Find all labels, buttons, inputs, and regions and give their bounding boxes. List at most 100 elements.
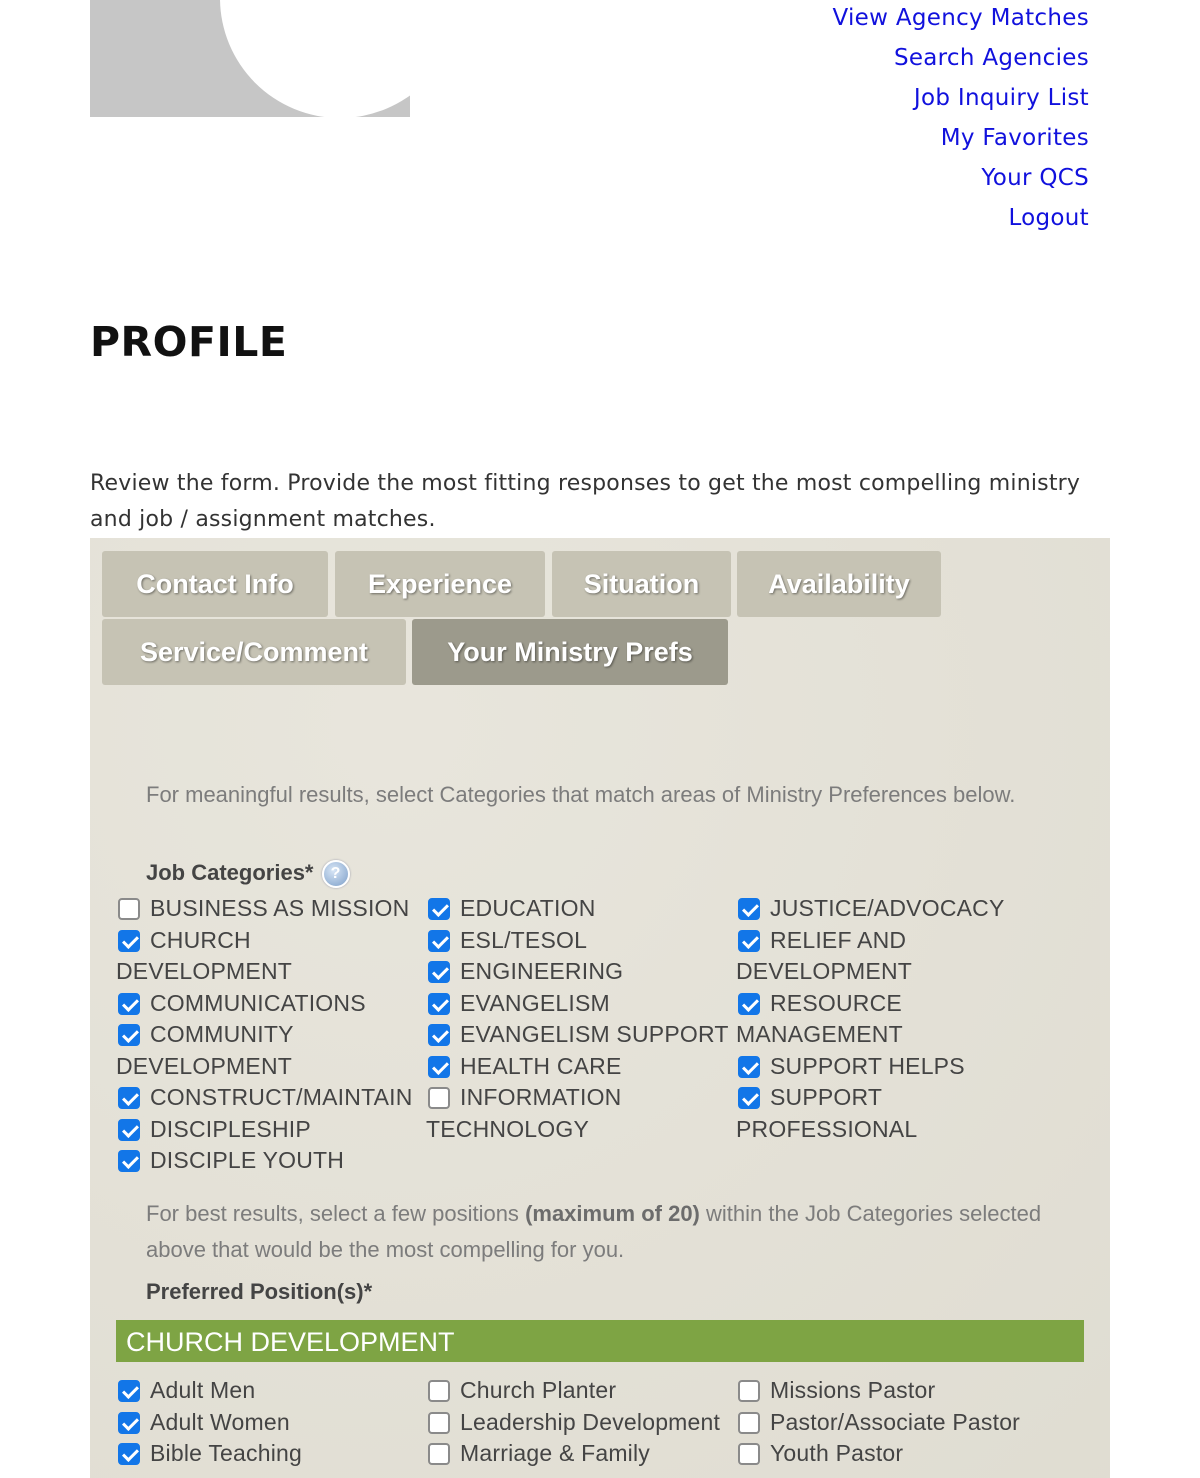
checkbox-label: COMMUNITY <box>150 1021 294 1047</box>
position-leadership-development[interactable]: Leadership Development <box>426 1407 736 1439</box>
checkbox[interactable] <box>118 1087 140 1109</box>
checkbox[interactable] <box>428 1087 450 1109</box>
category-health-care[interactable]: HEALTH CARE <box>426 1051 736 1083</box>
checkbox[interactable] <box>428 1411 450 1434</box>
category-disciple-youth[interactable]: DISCIPLE YOUTH <box>116 1145 426 1177</box>
nav-your-qcs[interactable]: Your QCS <box>832 158 1089 198</box>
position-pastor-associate-pastor[interactable]: Pastor/Associate Pastor <box>736 1407 1046 1439</box>
checkbox-label: BUSINESS AS MISSION <box>150 895 410 921</box>
tab-availability[interactable]: Availability <box>737 551 941 617</box>
checkbox-label: RESOURCE <box>770 989 902 1016</box>
checkbox[interactable] <box>428 992 450 1015</box>
checkbox[interactable] <box>738 1055 760 1078</box>
checkbox[interactable] <box>118 1411 140 1434</box>
nav-my-favorites[interactable]: My Favorites <box>832 118 1089 158</box>
intro-text: Review the form. Provide the most fittin… <box>90 471 1081 532</box>
position-youth-pastor[interactable]: Youth Pastor <box>736 1438 1046 1470</box>
checkbox[interactable] <box>118 1443 140 1465</box>
checkbox[interactable] <box>118 929 140 952</box>
category-support-helps[interactable]: SUPPORT HELPS <box>736 1051 1046 1083</box>
checkbox[interactable] <box>428 961 450 983</box>
categories-note: For meaningful results, select Categorie… <box>146 782 1016 807</box>
checkbox[interactable] <box>118 1024 140 1046</box>
checkbox-label: JUSTICE/ADVOCACY <box>770 895 1005 921</box>
checkbox[interactable] <box>738 1380 760 1402</box>
profile-form-panel: Contact Info Experience Situation Availa… <box>90 538 1110 1478</box>
checkbox[interactable] <box>428 1443 450 1465</box>
category-business-as-mission[interactable]: BUSINESS AS MISSION <box>116 893 426 925</box>
positions-note: For best results, select a few positions… <box>146 1196 1076 1268</box>
checkbox[interactable] <box>738 992 760 1015</box>
tab-contact-info[interactable]: Contact Info <box>102 551 328 617</box>
checkbox-label: ENGINEERING <box>460 958 624 984</box>
preferred-positions-label: Preferred Position(s)* <box>146 1279 373 1304</box>
checkbox[interactable] <box>118 1150 140 1172</box>
category-discipleship[interactable]: DISCIPLESHIP <box>116 1114 426 1146</box>
checkbox[interactable] <box>428 1024 450 1046</box>
position-adult-men[interactable]: Adult Men <box>116 1375 426 1407</box>
checkbox-label: CONSTRUCT/MAINTAIN <box>150 1084 413 1110</box>
avatar-silhouette <box>220 0 410 117</box>
nav-logout[interactable]: Logout <box>832 198 1089 238</box>
checkbox[interactable] <box>118 1118 140 1141</box>
checkbox-label: COMMUNICATIONS <box>150 989 366 1016</box>
checkbox-label: Pastor/Associate Pastor <box>770 1408 1021 1435</box>
checkbox[interactable] <box>738 898 760 920</box>
position-marriage-family[interactable]: Marriage & Family <box>426 1438 736 1470</box>
job-categories-label-text: Job Categories* <box>146 860 314 885</box>
page-title: PROFILE <box>90 318 288 366</box>
checkbox-label: INFORMATION <box>460 1084 622 1110</box>
checkbox[interactable] <box>118 898 140 920</box>
checkbox[interactable] <box>738 1443 760 1465</box>
checkbox-label-continued: TECHNOLOGY <box>426 1115 590 1142</box>
category-resource-management[interactable]: RESOURCE MANAGEMENT <box>736 988 1046 1051</box>
checkbox[interactable] <box>118 992 140 1015</box>
tab-experience[interactable]: Experience <box>335 551 545 617</box>
checkbox[interactable] <box>428 929 450 952</box>
category-church-development[interactable]: CHURCH DEVELOPMENT <box>116 925 426 988</box>
checkbox[interactable] <box>118 1380 140 1402</box>
category-relief-and-development[interactable]: RELIEF AND DEVELOPMENT <box>736 925 1046 988</box>
position-church-planter[interactable]: Church Planter <box>426 1375 736 1407</box>
nav-search-agencies[interactable]: Search Agencies <box>832 38 1089 78</box>
profile-avatar <box>90 0 410 117</box>
checkbox[interactable] <box>738 1411 760 1434</box>
categories-column-2: EDUCATION ESL/TESOL ENGINEERING EVANGELISM E… <box>426 893 736 1145</box>
category-construct-maintain[interactable]: CONSTRUCT/MAINTAIN <box>116 1082 426 1114</box>
checkbox-label: HEALTH CARE <box>460 1052 622 1079</box>
checkbox-label: EVANGELISM SUPPORT <box>460 1021 729 1047</box>
checkbox-label-continued: DEVELOPMENT <box>116 1052 293 1079</box>
tab-service-comment[interactable]: Service/Comment <box>102 619 406 685</box>
position-adult-women[interactable]: Adult Women <box>116 1407 426 1439</box>
checkbox-label: Marriage & Family <box>460 1440 650 1466</box>
position-missions-pastor[interactable]: Missions Pastor <box>736 1375 1046 1407</box>
checkbox-label: SUPPORT <box>770 1084 883 1110</box>
positions-column-3: Missions Pastor Pastor/Associate Pastor Yo… <box>736 1375 1046 1470</box>
checkbox[interactable] <box>428 1055 450 1078</box>
checkbox-label: ESL/TESOL <box>460 926 588 953</box>
category-esl-tesol[interactable]: ESL/TESOL <box>426 925 736 957</box>
checkbox[interactable] <box>428 1380 450 1402</box>
checkbox-label: Adult Men <box>150 1377 256 1403</box>
checkbox[interactable] <box>738 929 760 952</box>
checkbox[interactable] <box>738 1087 760 1109</box>
checkbox[interactable] <box>428 898 450 920</box>
category-evangelism-support[interactable]: EVANGELISM SUPPORT <box>426 1019 736 1051</box>
category-support-professional[interactable]: SUPPORT PROFESSIONAL <box>736 1082 1046 1145</box>
checkbox-label: EVANGELISM <box>460 989 610 1016</box>
help-icon[interactable]: ? <box>321 860 350 889</box>
nav-view-agency-matches[interactable]: View Agency Matches <box>832 0 1089 38</box>
tab-situation[interactable]: Situation <box>552 551 731 617</box>
checkbox-label: Youth Pastor <box>770 1440 904 1466</box>
tab-your-ministry-prefs[interactable]: Your Ministry Prefs <box>412 619 728 685</box>
category-evangelism[interactable]: EVANGELISM <box>426 988 736 1020</box>
nav-job-inquiry-list[interactable]: Job Inquiry List <box>832 78 1089 118</box>
category-communications[interactable]: COMMUNICATIONS <box>116 988 426 1020</box>
position-bible-teaching[interactable]: Bible Teaching <box>116 1438 426 1470</box>
categories-column-1: BUSINESS AS MISSION CHURCH DEVELOPMENT COMM… <box>116 893 426 1177</box>
category-engineering[interactable]: ENGINEERING <box>426 956 736 988</box>
category-justice-advocacy[interactable]: JUSTICE/ADVOCACY <box>736 893 1046 925</box>
category-community-development[interactable]: COMMUNITY DEVELOPMENT <box>116 1019 426 1082</box>
category-information-technology[interactable]: INFORMATION TECHNOLOGY <box>426 1082 736 1145</box>
category-education[interactable]: EDUCATION <box>426 893 736 925</box>
